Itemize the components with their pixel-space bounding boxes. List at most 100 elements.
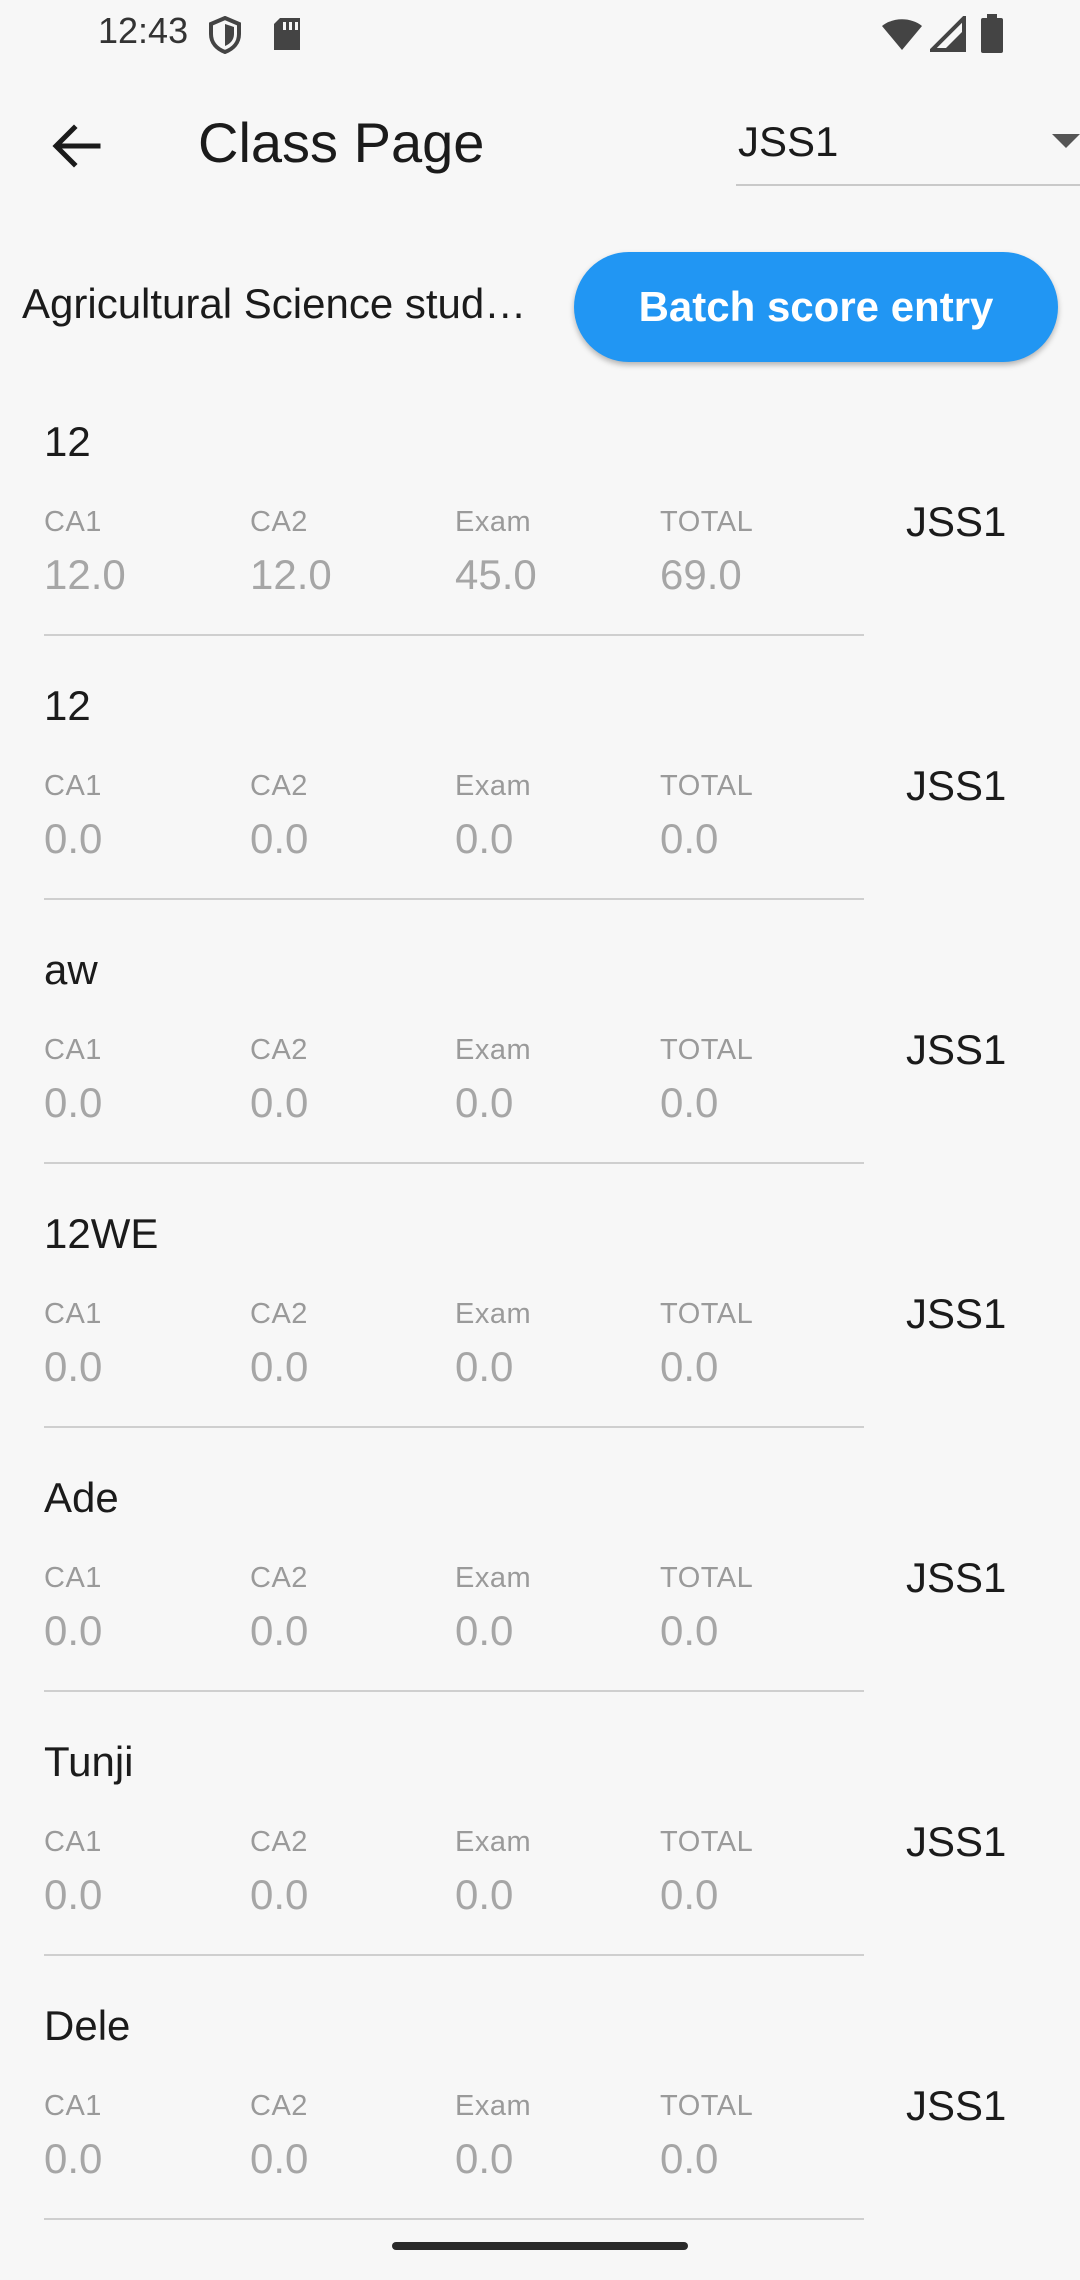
student-class: JSS1 — [906, 2082, 1007, 2129]
list-item[interactable]: 12WE CA1 0.0 CA2 0.0 Exam 0.0 TOTAL 0.0 … — [0, 1210, 1080, 1474]
row-divider — [44, 634, 864, 636]
list-item[interactable]: 12 CA1 0.0 CA2 0.0 Exam 0.0 TOTAL 0.0 JS… — [0, 682, 1080, 946]
student-name: Tunji — [44, 1738, 134, 1785]
ca1-score: CA1 0.0 — [44, 1298, 102, 1391]
student-class: JSS1 — [906, 762, 1007, 809]
sd-card-icon — [272, 16, 302, 57]
ca1-value: 0.0 — [44, 1343, 103, 1390]
ca1-value: 0.0 — [44, 1871, 103, 1918]
ca1-label: CA1 — [44, 1034, 102, 1066]
exam-score: Exam 0.0 — [455, 2090, 531, 2183]
exam-label: Exam — [455, 2090, 532, 2122]
row-divider — [44, 1426, 864, 1428]
ca2-score: CA2 0.0 — [250, 1034, 308, 1127]
exam-label: Exam — [455, 770, 532, 802]
ca2-value: 0.0 — [250, 815, 309, 862]
total-score: TOTAL 0.0 — [660, 2090, 753, 2183]
total-value: 0.0 — [660, 1871, 719, 1918]
exam-label: Exam — [455, 1562, 532, 1594]
ca1-score: CA1 0.0 — [44, 1034, 102, 1127]
shield-icon — [208, 15, 242, 59]
ca2-score: CA2 12.0 — [250, 506, 332, 599]
total-label: TOTAL — [660, 770, 754, 802]
ca2-value: 0.0 — [250, 1607, 309, 1654]
ca2-value: 0.0 — [250, 1343, 309, 1390]
class-dropdown-value: JSS1 — [738, 118, 839, 165]
student-class: JSS1 — [906, 1290, 1007, 1337]
chevron-down-icon — [1052, 134, 1080, 148]
ca1-label: CA1 — [44, 1298, 102, 1330]
exam-value: 0.0 — [455, 1343, 514, 1390]
exam-score: Exam 0.0 — [455, 1298, 531, 1391]
ca2-label: CA2 — [250, 1298, 308, 1330]
battery-icon — [980, 14, 1004, 59]
ca1-label: CA1 — [44, 2090, 102, 2122]
exam-label: Exam — [455, 1826, 532, 1858]
wifi-icon — [880, 16, 924, 57]
list-item[interactable]: Tunji CA1 0.0 CA2 0.0 Exam 0.0 TOTAL 0.0… — [0, 1738, 1080, 2002]
ca2-label: CA2 — [250, 2090, 308, 2122]
total-score: TOTAL 0.0 — [660, 1826, 753, 1919]
student-name: 12 — [44, 418, 91, 465]
row-divider — [44, 1690, 864, 1692]
student-class: JSS1 — [906, 1554, 1007, 1601]
total-value: 0.0 — [660, 1079, 719, 1126]
student-name: 12 — [44, 682, 91, 729]
total-score: TOTAL 69.0 — [660, 506, 753, 599]
subject-row: Agricultural Science stud… Batch score e… — [0, 250, 1080, 366]
total-score: TOTAL 0.0 — [660, 1298, 753, 1391]
exam-label: Exam — [455, 1034, 532, 1066]
total-value: 69.0 — [660, 551, 742, 598]
student-name: 12WE — [44, 1210, 159, 1257]
gesture-navigation-bar[interactable] — [392, 2242, 688, 2250]
exam-score: Exam 45.0 — [455, 506, 537, 599]
ca1-label: CA1 — [44, 1562, 102, 1594]
list-item[interactable]: aw CA1 0.0 CA2 0.0 Exam 0.0 TOTAL 0.0 JS… — [0, 946, 1080, 1210]
exam-value: 0.0 — [455, 815, 514, 862]
total-label: TOTAL — [660, 1298, 754, 1330]
total-label: TOTAL — [660, 506, 754, 538]
student-class: JSS1 — [906, 498, 1007, 545]
list-item[interactable]: 12 CA1 12.0 CA2 12.0 Exam 45.0 TOTAL 69.… — [0, 418, 1080, 682]
list-item[interactable]: Ade CA1 0.0 CA2 0.0 Exam 0.0 TOTAL 0.0 J… — [0, 1474, 1080, 1738]
exam-value: 0.0 — [455, 2135, 514, 2182]
total-value: 0.0 — [660, 1343, 719, 1390]
ca2-score: CA2 0.0 — [250, 770, 308, 863]
ca2-score: CA2 0.0 — [250, 1298, 308, 1391]
total-label: TOTAL — [660, 1826, 754, 1858]
exam-score: Exam 0.0 — [455, 770, 531, 863]
total-value: 0.0 — [660, 2135, 719, 2182]
ca2-label: CA2 — [250, 506, 308, 538]
exam-score: Exam 0.0 — [455, 1562, 531, 1655]
batch-score-entry-button[interactable]: Batch score entry — [574, 252, 1058, 362]
exam-value: 0.0 — [455, 1607, 514, 1654]
list-item[interactable]: Dele CA1 0.0 CA2 0.0 Exam 0.0 TOTAL 0.0 … — [0, 2002, 1080, 2266]
exam-label: Exam — [455, 1298, 532, 1330]
exam-score: Exam 0.0 — [455, 1826, 531, 1919]
ca1-score: CA1 0.0 — [44, 1562, 102, 1655]
back-button[interactable] — [40, 112, 112, 184]
student-class: JSS1 — [906, 1818, 1007, 1865]
status-bar: 12:43 — [0, 0, 1080, 70]
ca2-value: 12.0 — [250, 551, 332, 598]
total-label: TOTAL — [660, 1034, 754, 1066]
ca2-label: CA2 — [250, 1034, 308, 1066]
ca1-label: CA1 — [44, 770, 102, 802]
ca1-value: 0.0 — [44, 1079, 103, 1126]
class-dropdown[interactable]: JSS1 — [736, 100, 1080, 186]
ca2-score: CA2 0.0 — [250, 2090, 308, 2183]
ca1-label: CA1 — [44, 506, 102, 538]
ca1-score: CA1 0.0 — [44, 1826, 102, 1919]
ca1-value: 0.0 — [44, 815, 103, 862]
ca2-value: 0.0 — [250, 2135, 309, 2182]
arrow-back-icon — [50, 120, 102, 177]
ca1-score: CA1 0.0 — [44, 770, 102, 863]
student-name: Ade — [44, 1474, 119, 1521]
page-title: Class Page — [198, 111, 485, 174]
ca2-label: CA2 — [250, 1562, 308, 1594]
ca2-label: CA2 — [250, 770, 308, 802]
ca2-label: CA2 — [250, 1826, 308, 1858]
subject-label: Agricultural Science stud… — [22, 280, 527, 327]
exam-label: Exam — [455, 506, 532, 538]
ca2-value: 0.0 — [250, 1871, 309, 1918]
